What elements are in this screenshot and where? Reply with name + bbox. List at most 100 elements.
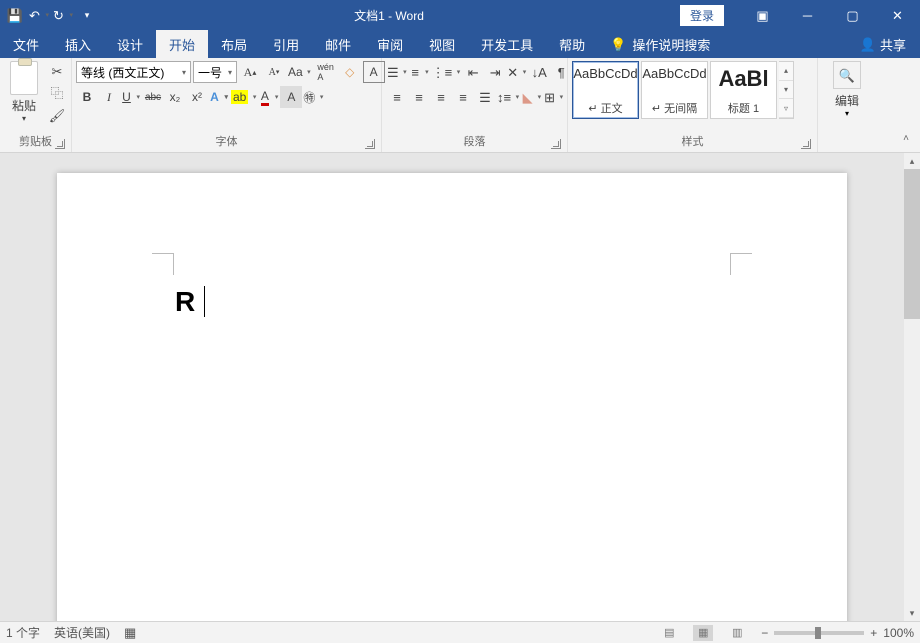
italic-button[interactable]: I: [98, 86, 120, 108]
zoom-out-button[interactable]: −: [761, 626, 768, 640]
styles-scroll-up[interactable]: ▴: [779, 62, 793, 81]
strikethrough-button[interactable]: abc: [142, 86, 164, 108]
style-preview: AaBbCcDd: [573, 66, 637, 81]
margin-mark-tl: [152, 253, 174, 275]
close-button[interactable]: ✕: [875, 0, 920, 30]
clipboard-launcher[interactable]: [55, 139, 65, 149]
print-layout-button[interactable]: ▦: [693, 625, 713, 641]
redo-button[interactable]: ↻: [52, 4, 74, 26]
align-center-button[interactable]: ≡: [408, 86, 430, 108]
font-size-select[interactable]: 一号: [193, 61, 237, 83]
tab-view[interactable]: 视图: [416, 30, 468, 58]
phonetic-guide-button[interactable]: wénA: [315, 61, 337, 83]
superscript-button[interactable]: x²: [186, 86, 208, 108]
clear-formatting-button[interactable]: ◇: [339, 61, 361, 83]
tab-references[interactable]: 引用: [260, 30, 312, 58]
bold-button[interactable]: B: [76, 86, 98, 108]
ribbon-display-options[interactable]: ▣: [740, 0, 785, 30]
scroll-thumb[interactable]: [904, 169, 920, 319]
underline-button[interactable]: U: [120, 86, 142, 108]
undo-button[interactable]: ↶: [28, 4, 50, 26]
tab-review[interactable]: 审阅: [364, 30, 416, 58]
save-icon[interactable]: 💾: [4, 4, 26, 26]
tab-home[interactable]: 开始: [156, 30, 208, 58]
collapse-ribbon-button[interactable]: ˄: [898, 130, 914, 146]
style-heading1[interactable]: AaBl 标题 1: [710, 61, 777, 119]
style-name: 标题 1: [728, 100, 759, 116]
language-indicator[interactable]: 英语(美国): [54, 624, 110, 641]
read-mode-button[interactable]: ▤: [659, 625, 679, 641]
asian-layout-button[interactable]: ✕: [506, 61, 528, 83]
font-name-select[interactable]: 等线 (西文正文): [76, 61, 191, 83]
zoom-level[interactable]: 100%: [883, 626, 914, 640]
tab-design[interactable]: 设计: [104, 30, 156, 58]
highlight-button[interactable]: ab: [230, 86, 258, 108]
login-button[interactable]: 登录: [680, 5, 724, 26]
vertical-scrollbar[interactable]: ▴ ▾: [904, 153, 920, 621]
tab-insert[interactable]: 插入: [52, 30, 104, 58]
increase-indent-button[interactable]: ⇥: [484, 61, 506, 83]
tab-layout[interactable]: 布局: [208, 30, 260, 58]
character-shading-button[interactable]: A: [280, 86, 302, 108]
font-launcher[interactable]: [365, 139, 375, 149]
align-left-button[interactable]: ≡: [386, 86, 408, 108]
tab-mailings[interactable]: 邮件: [312, 30, 364, 58]
editing-label: 编辑: [835, 92, 859, 109]
bullets-button[interactable]: ☰: [386, 61, 409, 83]
styles-scroll-down[interactable]: ▾: [779, 81, 793, 100]
grow-font-button[interactable]: A▴: [239, 61, 261, 83]
scroll-up-button[interactable]: ▴: [904, 153, 920, 169]
subscript-button[interactable]: x₂: [164, 86, 186, 108]
style-name: ↵ 无间隔: [652, 100, 697, 116]
tab-developer[interactable]: 开发工具: [468, 30, 546, 58]
minimize-button[interactable]: ─: [785, 0, 830, 30]
shrink-font-button[interactable]: A▾: [263, 61, 285, 83]
tell-me-search[interactable]: 💡操作说明搜索: [598, 30, 722, 58]
status-bar: 1 个字 英语(美国) ▦ ▤ ▦ ▥ − + 100%: [0, 621, 920, 643]
styles-expand[interactable]: ▿: [779, 99, 793, 118]
paste-button[interactable]: 粘贴 ▾: [4, 61, 44, 123]
tab-help[interactable]: 帮助: [546, 30, 598, 58]
maximize-button[interactable]: ▢: [830, 0, 875, 30]
document-text[interactable]: R: [175, 286, 205, 319]
paragraph-group-label: 段落: [464, 136, 486, 148]
justify-button[interactable]: ≡: [452, 86, 474, 108]
distributed-button[interactable]: ☰: [474, 86, 496, 108]
ribbon: 粘贴 ▾ ✂ ⿻ 🖌 剪贴板 等线 (西文正文) 一号 A▴ A▾ Aa wén…: [0, 58, 920, 153]
tab-file[interactable]: 文件: [0, 30, 52, 58]
paragraph-launcher[interactable]: [551, 139, 561, 149]
style-normal[interactable]: AaBbCcDd ↵ 正文: [572, 61, 639, 119]
style-name: ↵ 正文: [588, 100, 622, 116]
format-painter-button[interactable]: 🖌: [47, 105, 67, 125]
word-count[interactable]: 1 个字: [6, 624, 40, 641]
qat-customize[interactable]: ▾: [76, 4, 98, 26]
shading-button[interactable]: ◣: [521, 86, 543, 108]
decrease-indent-button[interactable]: ⇤: [462, 61, 484, 83]
scroll-down-button[interactable]: ▾: [904, 605, 920, 621]
web-layout-button[interactable]: ▥: [727, 625, 747, 641]
tell-me-label: 操作说明搜索: [632, 35, 710, 54]
align-right-button[interactable]: ≡: [430, 86, 452, 108]
find-button[interactable]: 🔍: [833, 61, 861, 89]
share-button[interactable]: 👤共享: [846, 30, 920, 58]
page[interactable]: R: [57, 173, 847, 621]
zoom-in-button[interactable]: +: [870, 626, 877, 640]
font-color-button[interactable]: A: [258, 86, 280, 108]
sort-button[interactable]: ↓A: [528, 61, 550, 83]
title-bar: 💾 ↶ ↻ ▾ 文档1 - Word 登录 ▣ ─ ▢ ✕: [0, 0, 920, 30]
change-case-button[interactable]: Aa: [287, 61, 313, 83]
style-no-spacing[interactable]: AaBbCcDd ↵ 无间隔: [641, 61, 708, 119]
copy-button[interactable]: ⿻: [47, 83, 67, 103]
numbering-button[interactable]: ≡: [409, 61, 431, 83]
line-spacing-button[interactable]: ↕≡: [496, 86, 521, 108]
enclose-characters-button[interactable]: ㊕: [302, 86, 325, 108]
cut-button[interactable]: ✂: [47, 61, 67, 81]
text-effects-button[interactable]: A: [208, 86, 230, 108]
styles-launcher[interactable]: [801, 139, 811, 149]
text-cursor: [196, 286, 205, 317]
clipboard-group-label: 剪贴板: [19, 136, 52, 148]
multilevel-list-button[interactable]: ⋮≡: [431, 61, 463, 83]
zoom-slider[interactable]: [774, 631, 864, 635]
borders-button[interactable]: ⊞: [543, 86, 565, 108]
macro-recording-icon[interactable]: ▦: [124, 626, 136, 639]
